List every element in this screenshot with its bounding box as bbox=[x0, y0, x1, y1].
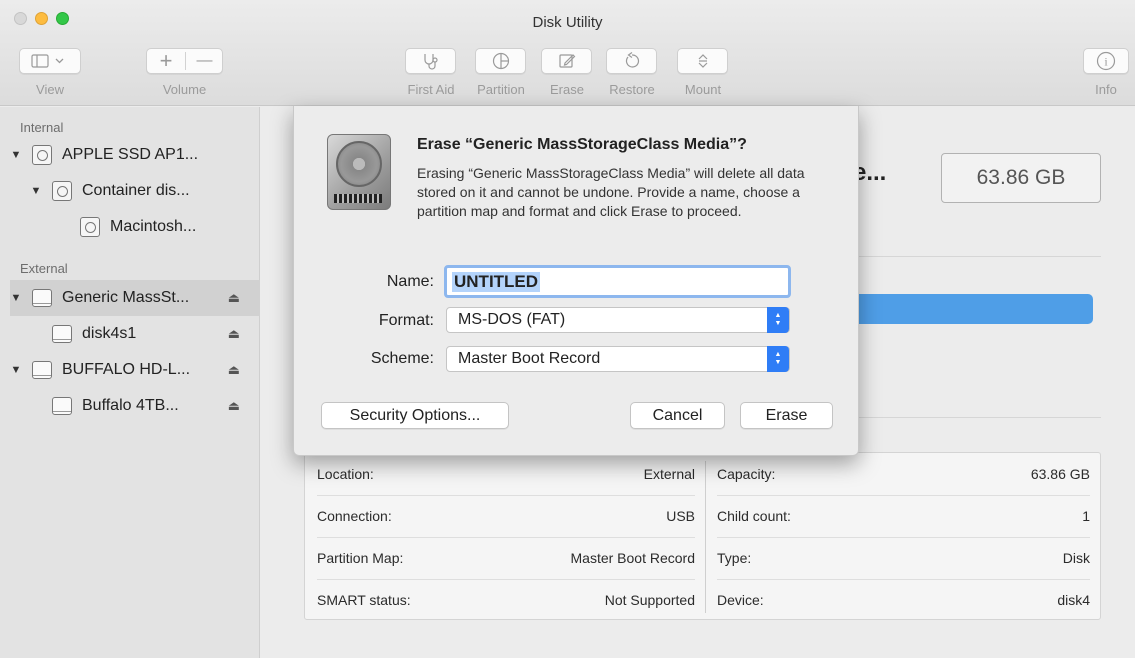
sidebar-item-label: Container dis... bbox=[82, 182, 190, 199]
window-toolbar: Disk Utility View + — Volume First Aid P… bbox=[0, 0, 1135, 106]
sidebar-item-label: APPLE SSD AP1... bbox=[62, 146, 199, 163]
mount-label: Mount bbox=[684, 82, 722, 97]
info-row-capacity: Capacity: 63.86 GB bbox=[717, 466, 1090, 482]
name-label: Name: bbox=[386, 273, 434, 290]
view-button[interactable] bbox=[19, 48, 81, 74]
volume-label: Volume bbox=[162, 82, 207, 97]
sidebar-item-macintosh[interactable]: Macintosh... bbox=[10, 209, 260, 245]
volume-segment: + — bbox=[146, 48, 223, 74]
name-field[interactable]: UNTITLED bbox=[444, 265, 791, 298]
sidebar-item-buffalo-hd[interactable]: ▼ BUFFALO HD-L... ⏏ bbox=[10, 352, 260, 388]
external-disk-icon bbox=[32, 289, 52, 307]
sidebar-item-buffalo-4tb[interactable]: Buffalo 4TB... ⏏ bbox=[10, 388, 260, 424]
sidebar-item-label: Macintosh... bbox=[110, 218, 197, 235]
name-field-value: UNTITLED bbox=[452, 271, 541, 292]
volume-disk-icon bbox=[52, 397, 72, 415]
pie-partition-icon bbox=[492, 52, 509, 70]
scheme-popup-value: Master Boot Record bbox=[458, 350, 601, 367]
cancel-button[interactable]: Cancel bbox=[630, 402, 725, 429]
sidebar-item-label: disk4s1 bbox=[82, 325, 137, 342]
add-volume-button[interactable]: + bbox=[147, 49, 185, 73]
sidebar-toggle-icon bbox=[31, 54, 64, 68]
sidebar: Internal ▼ APPLE SSD AP1... ▼ Container … bbox=[0, 107, 260, 658]
divider bbox=[851, 256, 1101, 257]
svg-text:i: i bbox=[1104, 55, 1108, 69]
security-options-button[interactable]: Security Options... bbox=[321, 402, 509, 429]
disclosure-triangle-icon[interactable]: ▼ bbox=[30, 185, 42, 197]
sidebar-section-internal: Internal bbox=[20, 120, 64, 135]
format-popup[interactable]: MS-DOS (FAT) ▲ ▼ bbox=[446, 307, 790, 333]
info-row-smart-status: SMART status: Not Supported bbox=[317, 592, 695, 608]
restore-arrow-icon bbox=[625, 52, 639, 68]
popup-chevron-icon: ▲ ▼ bbox=[767, 346, 789, 372]
volume-disk-icon bbox=[80, 217, 100, 237]
erase-pencil-icon bbox=[558, 54, 575, 68]
info-row-location: Location: External bbox=[317, 466, 695, 482]
external-disk-icon bbox=[32, 361, 52, 379]
first-aid-label: First Aid bbox=[407, 82, 455, 97]
format-popup-value: MS-DOS (FAT) bbox=[458, 311, 566, 328]
restore-button[interactable] bbox=[606, 48, 657, 74]
info-row-type: Type: Disk bbox=[717, 550, 1090, 566]
info-row-connection: Connection: USB bbox=[317, 508, 695, 524]
divider bbox=[851, 417, 1101, 418]
info-row-child-count: Child count: 1 bbox=[717, 508, 1090, 524]
sidebar-item-container[interactable]: ▼ Container dis... bbox=[10, 173, 260, 209]
scheme-label: Scheme: bbox=[370, 350, 434, 367]
info-button[interactable]: i bbox=[1083, 48, 1129, 74]
volume-disk-icon bbox=[52, 325, 72, 343]
info-row-partition-map: Partition Map: Master Boot Record bbox=[317, 550, 695, 566]
erase-label: Erase bbox=[550, 82, 584, 97]
container-disk-icon bbox=[52, 181, 72, 201]
format-label: Format: bbox=[378, 312, 434, 329]
eject-icon[interactable]: ⏏ bbox=[228, 326, 240, 342]
sidebar-item-label: Generic MassSt... bbox=[62, 289, 190, 306]
window-title: Disk Utility bbox=[532, 14, 603, 31]
restore-label: Restore bbox=[609, 82, 655, 97]
info-icon: i bbox=[1096, 51, 1116, 71]
disclosure-triangle-icon[interactable]: ▼ bbox=[10, 149, 22, 161]
sidebar-section-external: External bbox=[20, 261, 68, 276]
info-label: Info bbox=[1095, 82, 1117, 97]
partition-button[interactable] bbox=[475, 48, 526, 74]
dialog-title: Erase “Generic MassStorageClass Media”? bbox=[417, 136, 747, 153]
disk-info-table: Location: External Connection: USB Parti… bbox=[304, 452, 1101, 620]
stethoscope-icon bbox=[423, 54, 438, 70]
capacity-badge: 63.86 GB bbox=[941, 153, 1101, 203]
mount-icon bbox=[698, 54, 707, 68]
hard-drive-icon bbox=[327, 134, 391, 210]
mount-button[interactable] bbox=[677, 48, 728, 74]
eject-icon[interactable]: ⏏ bbox=[228, 398, 240, 414]
remove-volume-button[interactable]: — bbox=[186, 49, 223, 73]
first-aid-button[interactable] bbox=[405, 48, 456, 74]
eject-icon[interactable]: ⏏ bbox=[228, 290, 240, 306]
scheme-popup[interactable]: Master Boot Record ▲ ▼ bbox=[446, 346, 790, 372]
popup-chevron-icon: ▲ ▼ bbox=[767, 307, 789, 333]
partition-label: Partition bbox=[477, 82, 525, 97]
sidebar-item-disk4s1[interactable]: disk4s1 ⏏ bbox=[10, 316, 260, 352]
sidebar-item-label: BUFFALO HD-L... bbox=[62, 361, 191, 378]
internal-disk-icon bbox=[32, 145, 52, 165]
sidebar-item-apple-ssd[interactable]: ▼ APPLE SSD AP1... bbox=[10, 137, 260, 173]
sidebar-item-label: Buffalo 4TB... bbox=[82, 397, 179, 414]
erase-dialog: Erase “Generic MassStorageClass Media”? … bbox=[293, 106, 859, 456]
disclosure-triangle-icon[interactable]: ▼ bbox=[10, 292, 22, 304]
usage-bar bbox=[851, 294, 1093, 324]
erase-confirm-button[interactable]: Erase bbox=[740, 402, 833, 429]
view-label: View bbox=[36, 82, 64, 97]
dialog-message: Erasing “Generic MassStorageClass Media”… bbox=[417, 165, 805, 219]
erase-button[interactable] bbox=[541, 48, 592, 74]
disclosure-triangle-icon[interactable]: ▼ bbox=[10, 364, 22, 376]
sidebar-item-generic-massstorage[interactable]: ▼ Generic MassSt... ⏏ bbox=[10, 280, 260, 316]
info-row-device: Device: disk4 bbox=[717, 592, 1090, 608]
eject-icon[interactable]: ⏏ bbox=[228, 362, 240, 378]
